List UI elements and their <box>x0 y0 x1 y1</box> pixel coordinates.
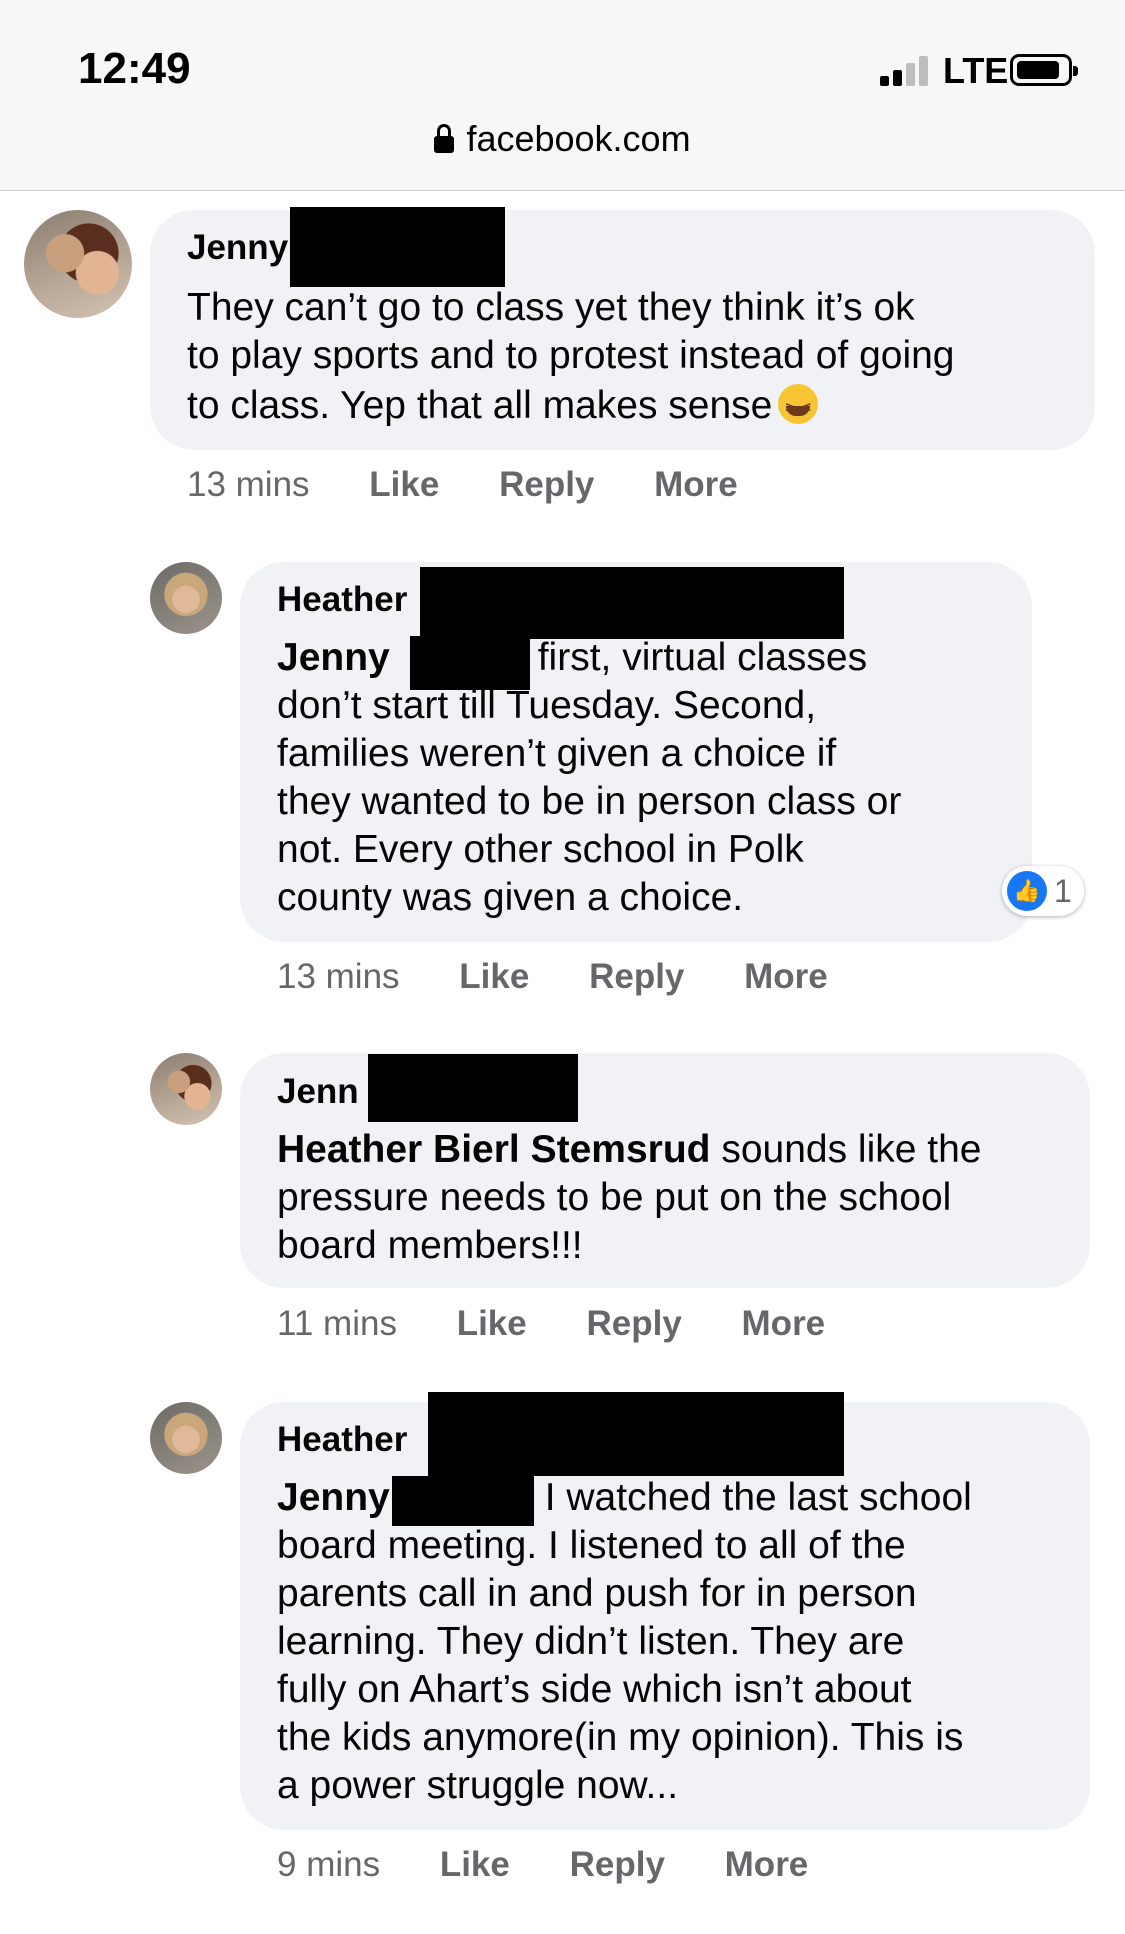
thumbs-up-icon: 👍 <box>1007 871 1047 911</box>
comment-line: fully on Ahart’s side which isn’t about <box>277 1668 912 1711</box>
reaction-badge[interactable]: 👍 1 <box>1002 866 1084 916</box>
comment-timestamp[interactable]: 13 mins <box>187 465 310 504</box>
more-button[interactable]: More <box>654 465 738 504</box>
mention-link[interactable]: Heather Bierl Stemsrud <box>277 1128 710 1171</box>
lock-icon <box>434 124 455 153</box>
comment-line: to play sports and to protest instead of… <box>187 334 955 377</box>
browser-top-bar: 12:49 LTE facebook.com <box>0 0 1125 191</box>
comment-line-text: first, virtual classes <box>537 636 868 679</box>
comment-text: They can’t go to class yet they think it… <box>187 286 955 427</box>
comment-line: parents call in and push for in person <box>277 1572 917 1615</box>
redaction-bar <box>428 1392 844 1476</box>
redaction-bar <box>290 207 505 287</box>
avatar[interactable] <box>150 1402 222 1474</box>
grinning-squinting-face-icon <box>778 384 819 427</box>
comment-line-with-mention: Jenny first, virtual classes <box>277 638 901 677</box>
like-button[interactable]: Like <box>440 1845 510 1884</box>
redaction-bar <box>420 567 844 639</box>
comment-line-with-mention: Jenny I watched the last school <box>277 1478 972 1517</box>
comment-line: not. Every other school in Polk <box>277 828 804 871</box>
comment-line: board members!!! <box>277 1224 583 1267</box>
comment-line: the kids anymore(in my opinion). This is <box>277 1716 964 1759</box>
comment-timestamp[interactable]: 9 mins <box>277 1845 380 1884</box>
comment-timestamp[interactable]: 11 mins <box>277 1304 397 1343</box>
mention-link[interactable]: Jenny <box>277 1476 390 1519</box>
more-button[interactable]: More <box>725 1845 809 1884</box>
like-button[interactable]: Like <box>369 465 439 504</box>
url-bar[interactable]: facebook.com <box>0 118 1125 160</box>
comment-line: county was given a choice. <box>277 876 744 919</box>
redaction-bar <box>368 1054 578 1122</box>
comment-line-text: sounds like the <box>710 1128 982 1171</box>
comment-line-with-mention: Heather Bierl Stemsrud sounds like the <box>277 1130 982 1169</box>
like-button[interactable]: Like <box>457 1304 527 1343</box>
comment-line: pressure needs to be put on the school <box>277 1176 952 1219</box>
comment-actions: 9 mins Like Reply More <box>277 1845 858 1885</box>
reply-button[interactable]: Reply <box>570 1845 665 1884</box>
comment-line-with-emoji: to class. Yep that all makes sense <box>187 384 955 427</box>
more-button[interactable]: More <box>742 1304 826 1343</box>
comment-line-text: I watched the last school <box>544 1476 972 1519</box>
comment-author[interactable]: Jenny <box>187 228 288 268</box>
like-button[interactable]: Like <box>459 957 529 996</box>
avatar[interactable] <box>150 562 222 634</box>
status-time: 12:49 <box>78 44 191 93</box>
reply-button[interactable]: Reply <box>499 465 594 504</box>
network-label: LTE <box>943 50 1009 91</box>
comment-text: Jenny first, virtual classes don’t start … <box>277 638 901 917</box>
comment-line: a power struggle now... <box>277 1764 679 1807</box>
comment-author[interactable]: Jenn <box>277 1072 359 1112</box>
avatar[interactable] <box>150 1053 222 1125</box>
reply-button[interactable]: Reply <box>586 1304 681 1343</box>
redaction-bar <box>392 1476 534 1526</box>
comment-timestamp[interactable]: 13 mins <box>277 957 400 996</box>
url-domain: facebook.com <box>466 118 691 159</box>
comment-actions: 13 mins Like Reply More <box>277 957 878 997</box>
comment-text: Heather Bierl Stemsrud sounds like the p… <box>277 1130 982 1265</box>
comment-line: They can’t go to class yet they think it… <box>187 286 915 329</box>
comment-actions: 11 mins Like Reply More <box>277 1304 875 1344</box>
comment-author[interactable]: Heather <box>277 580 407 620</box>
comment-author[interactable]: Heather <box>277 1420 407 1460</box>
avatar[interactable] <box>24 210 132 318</box>
comment-line: learning. They didn’t listen. They are <box>277 1620 905 1663</box>
comment-text: Jenny I watched the last school board mee… <box>277 1478 972 1805</box>
comment-actions: 13 mins Like Reply More <box>187 465 788 505</box>
reaction-count: 1 <box>1054 872 1072 909</box>
comment-line: board meeting. I listened to all of the <box>277 1524 906 1567</box>
more-button[interactable]: More <box>744 957 828 996</box>
comment-line: they wanted to be in person class or <box>277 780 902 823</box>
signal-strength-icon <box>880 56 936 86</box>
comment-line-text: to class. Yep that all makes sense <box>187 384 773 427</box>
reply-button[interactable]: Reply <box>589 957 684 996</box>
comment-line: don’t start till Tuesday. Second, <box>277 684 817 727</box>
battery-icon <box>1010 54 1078 86</box>
mention-link[interactable]: Jenny <box>277 636 390 679</box>
comment-line: families weren’t given a choice if <box>277 732 837 775</box>
redaction-bar <box>410 636 530 690</box>
